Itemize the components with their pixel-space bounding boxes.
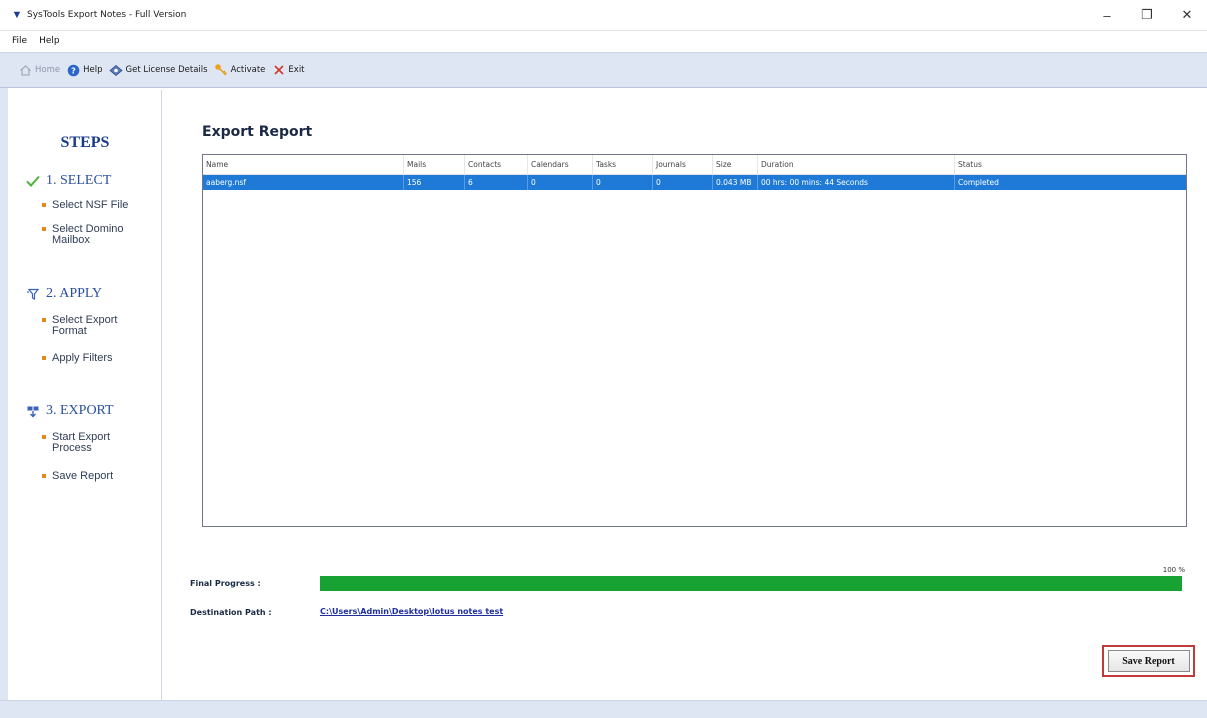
column-header-status[interactable]: Status xyxy=(955,155,1186,175)
sidebar-item-label: Apply Filters xyxy=(52,352,113,364)
sidebar-item-label: Select Export Format xyxy=(52,314,118,337)
step-export-label: 3. EXPORT xyxy=(46,403,114,418)
column-header-name[interactable]: Name xyxy=(203,154,404,175)
step-select-label: 1. SELECT xyxy=(46,173,112,188)
toolbar-home-button[interactable]: Home xyxy=(18,63,60,78)
column-header-calendars[interactable]: Calendars xyxy=(528,154,593,175)
cell-tasks: 0 xyxy=(593,175,653,190)
sidebar-item-save-report: Save Report xyxy=(42,471,113,482)
bullet-icon xyxy=(42,318,46,322)
sidebar-item-select-domino: Select Domino Mailbox xyxy=(42,224,146,246)
steps-sidebar: STEPS 1. SELECT Select NSF File Select D… xyxy=(8,90,162,700)
window-frame xyxy=(0,88,8,700)
maximize-button[interactable]: ❐ xyxy=(1127,0,1167,30)
progress-fill xyxy=(320,576,1182,591)
menu-bar: File Help xyxy=(0,30,1207,50)
sidebar-item-label: Select NSF File xyxy=(52,199,129,211)
menu-help[interactable]: Help xyxy=(39,36,60,46)
toolbar-home-label: Home xyxy=(35,65,61,75)
save-report-highlight: Save Report xyxy=(1102,645,1195,677)
column-header-journals[interactable]: Journals xyxy=(653,154,713,175)
column-header-duration[interactable]: Duration xyxy=(758,154,955,175)
cell-size: 0.043 MB xyxy=(713,175,758,190)
bullet-icon xyxy=(42,227,46,231)
filter-icon xyxy=(24,288,42,301)
step-export: 3. EXPORT xyxy=(24,403,114,419)
sidebar-item-select-format: Select Export Format xyxy=(42,315,146,337)
toolbar: Home ? Help Get License Details Activate… xyxy=(0,52,1207,88)
bullet-icon xyxy=(42,203,46,207)
help-icon: ? xyxy=(66,63,81,78)
destination-path-link[interactable]: C:\Users\Admin\Desktop\lotus notes test xyxy=(320,607,503,616)
status-bar xyxy=(0,700,1207,718)
export-icon xyxy=(24,405,42,418)
column-header-size[interactable]: Size xyxy=(713,154,758,175)
license-icon xyxy=(109,63,124,78)
check-icon xyxy=(24,175,42,187)
toolbar-license-label: Get License Details xyxy=(125,65,208,75)
bullet-icon xyxy=(42,435,46,439)
column-header-mails[interactable]: Mails xyxy=(404,154,465,175)
cell-mails: 156 xyxy=(404,175,465,190)
toolbar-exit-button[interactable]: Exit xyxy=(271,63,305,78)
toolbar-help-button[interactable]: ? Help xyxy=(66,63,103,78)
key-icon xyxy=(214,63,229,78)
sidebar-item-label: Save Report xyxy=(52,470,114,482)
step-apply: 2. APPLY xyxy=(24,286,102,302)
cell-name: aaberg.nsf xyxy=(203,175,404,190)
app-logo-icon: ▼ xyxy=(11,9,23,21)
steps-title: STEPS xyxy=(60,134,110,151)
close-button[interactable]: ✕ xyxy=(1167,0,1207,30)
cell-calendars: 0 xyxy=(528,175,593,190)
table-header: Name Mails Contacts Calendars Tasks Jour… xyxy=(203,154,1186,175)
table-row[interactable]: aaberg.nsf 156 6 0 0 0 0.043 MB 00 hrs: … xyxy=(203,175,1186,190)
toolbar-license-button[interactable]: Get License Details xyxy=(109,63,208,78)
window-controls: – ❐ ✕ xyxy=(1087,0,1207,30)
step-apply-label: 2. APPLY xyxy=(46,286,103,301)
toolbar-activate-label: Activate xyxy=(230,65,266,75)
cell-duration: 00 hrs: 00 mins: 44 Seconds xyxy=(758,175,955,190)
main-panel: Export Report Name Mails Contacts Calend… xyxy=(163,90,1207,700)
export-report-table[interactable]: Name Mails Contacts Calendars Tasks Jour… xyxy=(202,154,1187,527)
step-select: 1. SELECT xyxy=(24,173,111,189)
cell-status: Completed xyxy=(958,178,999,187)
bullet-icon xyxy=(42,474,46,478)
toolbar-exit-label: Exit xyxy=(288,65,305,75)
sidebar-item-label: Select Domino Mailbox xyxy=(52,223,124,246)
sidebar-item-start-export: Start Export Process xyxy=(42,432,146,454)
window-title: SysTools Export Notes - Full Version xyxy=(27,10,187,20)
page-title: Export Report xyxy=(202,124,313,140)
sidebar-item-label: Start Export Process xyxy=(52,431,111,454)
toolbar-help-label: Help xyxy=(83,65,103,75)
bullet-icon xyxy=(42,356,46,360)
progress-percent: 100 % xyxy=(1162,566,1185,574)
menu-file[interactable]: File xyxy=(12,36,27,46)
cell-journals: 0 xyxy=(653,175,713,190)
home-icon xyxy=(18,63,33,78)
sidebar-item-apply-filters: Apply Filters xyxy=(42,353,113,364)
column-header-tasks[interactable]: Tasks xyxy=(593,154,653,175)
svg-text:?: ? xyxy=(71,66,76,75)
exit-icon xyxy=(271,63,286,78)
title-bar: ▼ SysTools Export Notes - Full Version –… xyxy=(0,0,1207,30)
minimize-button[interactable]: – xyxy=(1087,0,1127,30)
save-report-button[interactable]: Save Report xyxy=(1107,650,1190,672)
final-progress-label: Final Progress : xyxy=(190,579,261,588)
destination-path-label: Destination Path : xyxy=(190,608,272,617)
final-progress-bar xyxy=(320,576,1182,591)
column-header-contacts[interactable]: Contacts xyxy=(465,154,528,175)
sidebar-item-select-nsf: Select NSF File xyxy=(42,200,128,211)
cell-contacts: 6 xyxy=(465,175,528,190)
toolbar-activate-button[interactable]: Activate xyxy=(214,63,266,78)
